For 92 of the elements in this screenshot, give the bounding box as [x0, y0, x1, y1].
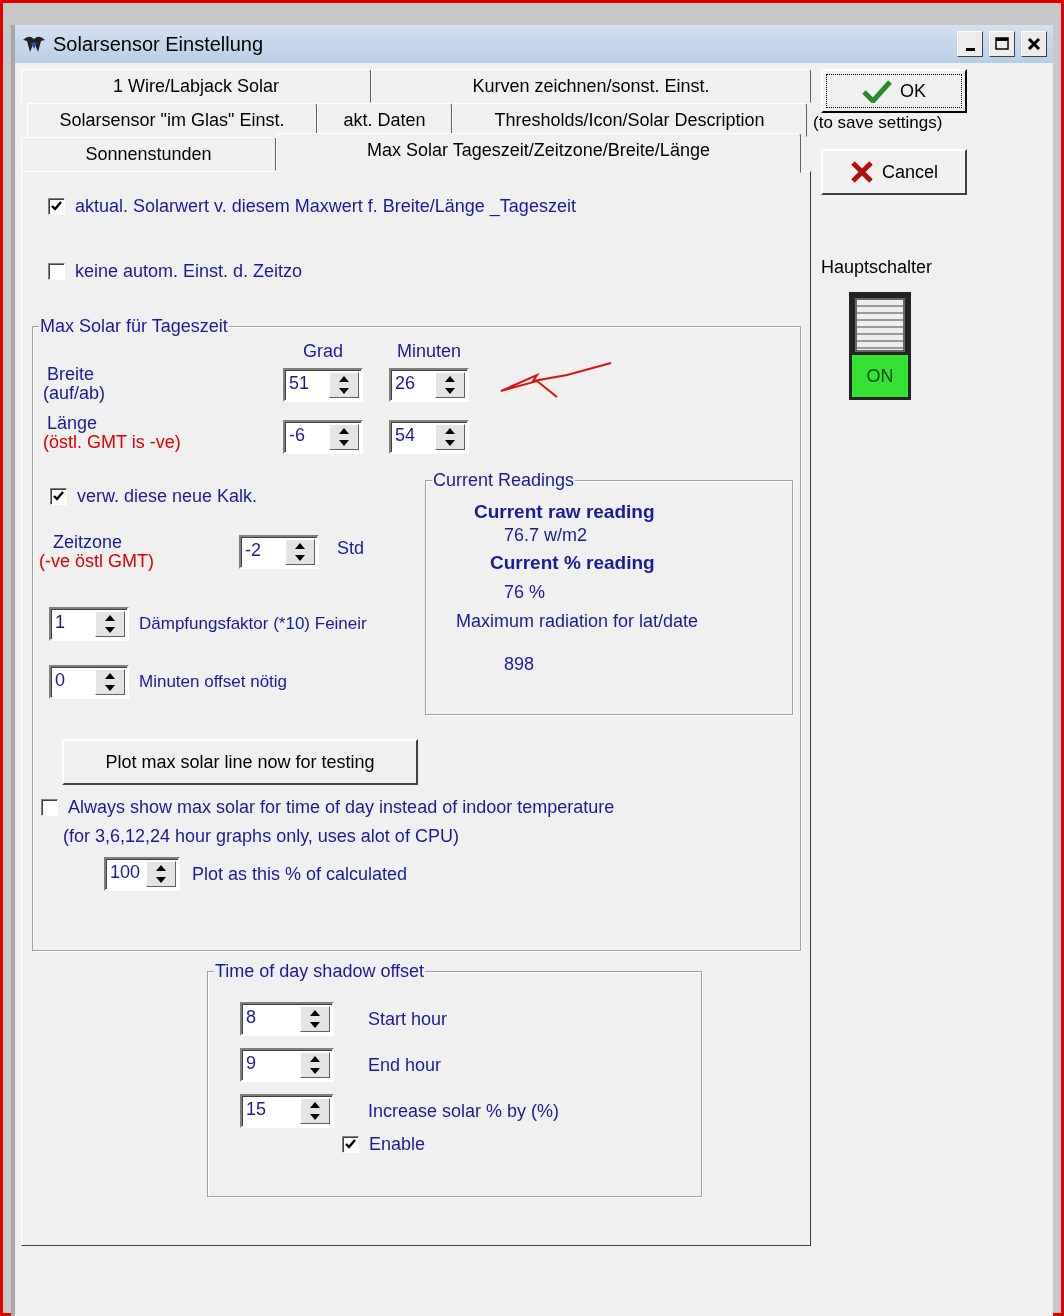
checkmark-icon: [345, 1139, 356, 1150]
field-label: Breite: [46, 365, 96, 384]
checkbox[interactable]: [342, 1136, 359, 1153]
spin-box[interactable]: 9: [240, 1048, 334, 1082]
up-down-arrows-icon: [104, 613, 116, 635]
group-title: Max Solar für Tageszeit: [39, 316, 229, 336]
reading-value: 76.7 w/m2: [503, 525, 588, 546]
up-down-arrows-icon: [309, 1100, 321, 1122]
minimize-icon: [965, 47, 975, 51]
reading-value: 76 %: [503, 582, 546, 603]
window-title: Solarsensor Einstellung: [53, 32, 265, 56]
tab[interactable]: Max Solar Tageszeit/Zeitzone/Breite/Länge: [276, 133, 801, 173]
field-note: (östl. GMT is -ve): [43, 432, 182, 452]
ok-button[interactable]: OK: [821, 69, 967, 113]
field-note: (-ve östl GMT): [39, 552, 155, 571]
maximize-button[interactable]: [989, 31, 1015, 57]
up-down-arrows-icon: [444, 426, 456, 448]
field-label: Increase solar % by (%): [368, 1100, 560, 1122]
spin-button[interactable]: [300, 1098, 330, 1124]
spin-box[interactable]: 1: [49, 607, 129, 641]
note-text: (for 3,6,12,24 hour graphs only, uses alot of CPU): [62, 825, 460, 847]
column-header: Minuten: [396, 341, 461, 361]
up-down-arrows-icon: [155, 863, 167, 885]
up-down-arrows-icon: [444, 374, 456, 396]
field-label: Start hour: [368, 1008, 448, 1030]
up-down-arrows-icon: [338, 426, 350, 448]
tab[interactable]: 1 Wire/Labjack Solar: [21, 69, 371, 103]
tab[interactable]: Kurven zeichnen/sonst. Einst.: [371, 69, 811, 103]
spin-button[interactable]: [435, 372, 465, 398]
field-note: (auf/ab): [43, 384, 107, 403]
spin-box[interactable]: 0: [49, 665, 129, 699]
button-note: (to save settings): [813, 113, 943, 133]
checkbox[interactable]: [48, 198, 65, 215]
field-label: Minuten offset nötig: [139, 672, 288, 692]
cross-icon: [850, 160, 874, 184]
checkbox[interactable]: [48, 263, 65, 280]
spin-button[interactable]: [146, 861, 176, 887]
field-label: End hour: [368, 1054, 442, 1076]
cancel-button[interactable]: Cancel: [821, 149, 967, 195]
field-label: Dämpfungsfaktor (*10) Feineir: [139, 614, 367, 634]
up-down-arrows-icon: [309, 1054, 321, 1076]
tab[interactable]: Solarsensor "im Glas" Einst.: [27, 103, 317, 137]
reading-value: 898: [503, 654, 535, 675]
up-down-arrows-icon: [338, 374, 350, 396]
checkbox-label: Enable: [369, 1134, 426, 1155]
group-title: Time of day shadow offset: [214, 961, 426, 981]
switch-label: Hauptschalter: [821, 257, 933, 278]
close-icon: [1026, 36, 1042, 52]
reading-heading: Current raw reading: [473, 501, 655, 523]
spin-box[interactable]: 8: [240, 1002, 334, 1036]
unit-label: Std: [337, 537, 365, 559]
checkbox-label: aktual. Solarwert v. diesem Maxwert f. Breite/Länge _Tageszeit: [75, 196, 576, 217]
up-down-arrows-icon: [294, 541, 306, 563]
reading-heading: Current % reading: [489, 552, 655, 574]
field-label: Plot as this % of calculated: [192, 863, 408, 885]
minimize-button[interactable]: [957, 31, 983, 57]
up-down-arrows-icon: [309, 1008, 321, 1030]
column-header: Grad: [303, 341, 343, 361]
spin-button[interactable]: [95, 669, 125, 695]
spin-button[interactable]: [300, 1006, 330, 1032]
reading-label: Maximum radiation for lat/date: [456, 611, 699, 632]
spin-button[interactable]: [95, 611, 125, 637]
checkbox-label: keine autom. Einst. d. Zeitzo: [75, 261, 303, 282]
spin-box[interactable]: 15: [240, 1094, 334, 1128]
app-icon: [21, 34, 47, 54]
spin-box[interactable]: -2: [239, 535, 319, 569]
up-down-arrows-icon: [104, 671, 116, 693]
spin-box[interactable]: 51: [283, 368, 363, 402]
spin-box[interactable]: -6: [283, 420, 363, 454]
field-label: Länge: [46, 413, 99, 433]
spin-button[interactable]: [329, 424, 359, 450]
checkmark-icon: [51, 201, 62, 212]
checkbox[interactable]: [41, 799, 58, 816]
spin-button[interactable]: [300, 1052, 330, 1078]
checkbox-label: verw. diese neue Kalk.: [77, 486, 258, 507]
checkmark-icon: [862, 79, 892, 103]
checkbox[interactable]: [50, 488, 67, 505]
checkmark-icon: [53, 491, 64, 502]
spin-box[interactable]: 100: [104, 857, 180, 891]
spin-button[interactable]: [285, 539, 315, 565]
group-title: Current Readings: [432, 470, 576, 490]
checkbox-label: Always show max solar for time of day instead of indoor temperature: [68, 797, 615, 818]
spin-button[interactable]: [435, 424, 465, 450]
spin-box[interactable]: 54: [389, 420, 469, 454]
tab[interactable]: Sonnenstunden: [21, 137, 276, 171]
field-label: Zeitzone: [52, 533, 124, 552]
spin-box[interactable]: 26: [389, 368, 469, 402]
spin-button[interactable]: [329, 372, 359, 398]
maximize-icon: [994, 36, 1010, 52]
toggle-switch[interactable]: ON: [849, 292, 911, 400]
plot-button[interactable]: Plot max solar line now for testing: [62, 739, 418, 785]
close-button[interactable]: [1021, 31, 1047, 57]
